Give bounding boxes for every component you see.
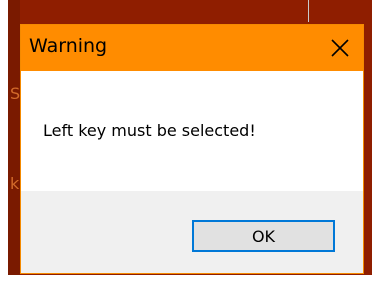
background-divider xyxy=(308,0,309,22)
background-strip xyxy=(8,0,20,275)
close-icon xyxy=(331,39,349,57)
close-button[interactable] xyxy=(317,25,363,71)
dialog-content: Left key must be selected! xyxy=(21,71,363,191)
warning-dialog: Warning Left key must be selected! OK xyxy=(20,24,364,274)
dialog-title: Warning xyxy=(29,35,108,57)
dialog-titlebar: Warning xyxy=(21,25,363,71)
dialog-message: Left key must be selected! xyxy=(43,121,256,140)
background-text-fragment: S xyxy=(10,84,21,103)
ok-button[interactable]: OK xyxy=(192,220,335,252)
dialog-footer: OK xyxy=(21,191,363,273)
background-text-fragment: k xyxy=(10,174,20,193)
